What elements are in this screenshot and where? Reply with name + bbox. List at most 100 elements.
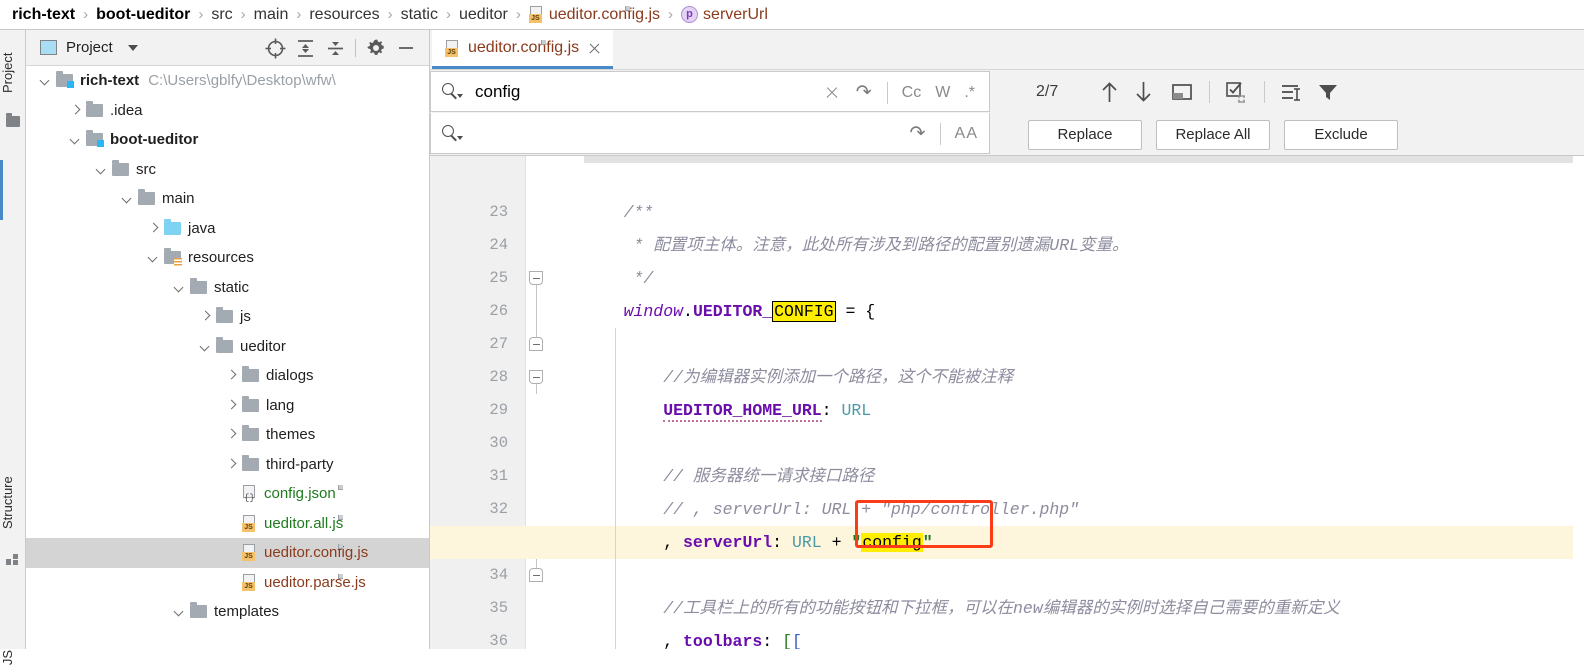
search-scope-icon[interactable] [1276,77,1308,107]
minimize-icon[interactable] [391,33,421,63]
chevron-right-icon[interactable] [226,429,237,440]
settings-gear-icon[interactable] [361,33,391,63]
tree-row-ueditor-config-js[interactable]: JS ueditor.config.js [26,538,429,568]
breadcrumb-item-ueditor[interactable]: ueditor [459,6,508,24]
search-icon[interactable] [442,124,463,142]
tree-row-main[interactable]: main [26,184,429,214]
multiline-icon[interactable]: ↷ [907,124,927,143]
code-line[interactable]: 35 [430,559,1584,617]
prev-match-icon[interactable] [1092,77,1126,107]
chevron-right-icon[interactable] [148,223,159,234]
breadcrumb-item-src[interactable]: src [211,6,232,24]
whole-words-icon[interactable]: W [928,84,957,102]
code-line-current[interactable]: 34 , serverUrl: URL + "config" [430,526,1584,584]
code-line[interactable]: 27 window.UEDITOR_ CONFIG = { [430,295,1584,394]
chevron-down-icon[interactable] [174,282,185,293]
tree-item-label: java [188,219,216,237]
tree-row-third-party[interactable]: third-party [26,450,429,480]
tree-row-ueditor[interactable]: ueditor [26,332,429,362]
chevron-down-icon[interactable] [122,193,133,204]
chevron-right-icon[interactable] [70,105,81,116]
expand-all-icon[interactable] [290,33,320,63]
search-icon[interactable] [442,83,463,100]
horizontal-scroll-track[interactable] [430,156,1584,163]
tree-row-ueditor-parse-js[interactable]: JS ueditor.parse.js [26,568,429,598]
breadcrumb: rich-text › boot-ueditor › src › main › … [0,0,1584,30]
code-line[interactable]: 25 * 配置项主体。注意，此处所有涉及到路径的配置别遗漏URL变量。 [430,229,1584,328]
tree-row-config-json[interactable]: {} config.json [26,479,429,509]
chevron-right-icon[interactable] [226,459,237,470]
code-line[interactable]: 28 [430,328,1584,386]
code-line[interactable]: 31 [430,427,1584,485]
tree-row-lang[interactable]: lang [26,391,429,421]
preserve-case-icon[interactable]: A A [948,125,982,143]
code-line[interactable]: 30 UEDITOR_HOME_URL: URL [430,394,1584,452]
tree-row-rich-text[interactable]: rich-text C:\Users\gblfy\Desktop\wfw\ [26,66,429,96]
chevron-right-icon[interactable] [226,370,237,381]
locate-target-icon[interactable] [260,33,290,63]
divider [1264,80,1266,103]
multiline-icon[interactable]: ↷ [854,83,874,102]
chevron-down-icon[interactable] [174,606,185,617]
chevron-right-icon[interactable] [200,311,211,322]
editor-tab-ueditor-config-js[interactable]: JS ueditor.config.js [432,30,614,69]
close-icon[interactable] [587,41,602,56]
tool-tab-project[interactable]: Project [0,36,26,110]
search-input[interactable]: config [475,82,520,102]
breadcrumb-item-rich-text[interactable]: rich-text [12,6,75,24]
tree-row-dialogs[interactable]: dialogs [26,361,429,391]
replace-all-button[interactable]: Replace All [1156,119,1270,150]
project-panel-title-button[interactable]: Project [40,39,138,56]
collapse-all-icon[interactable] [320,33,350,63]
tree-row-src[interactable]: src [26,155,429,185]
tree-row-templates[interactable]: templates [26,597,429,627]
chevron-down-icon[interactable] [40,75,51,86]
match-case-icon[interactable]: Cc [895,84,929,102]
chevron-down-icon[interactable] [148,252,159,263]
tool-tab-js[interactable]: JS [0,650,26,665]
search-field[interactable]: config ↷ Cc W .* [430,71,990,112]
tree-row-themes[interactable]: themes [26,420,429,450]
code-text: /** [584,203,654,222]
next-match-icon[interactable] [1126,77,1160,107]
breadcrumb-item-file[interactable]: JS ueditor.config.js [528,6,660,24]
replace-button[interactable]: Replace [1028,119,1142,150]
code-line[interactable]: 32 // 服务器统一请求接口路径 [430,460,1584,559]
code-line[interactable]: 23 [430,163,1584,221]
code-line[interactable]: 37 , toolbars: [[ [430,625,1584,649]
regex-icon[interactable]: .* [957,84,982,102]
breadcrumb-item-static[interactable]: static [401,6,438,24]
chevron-right-icon[interactable] [226,400,237,411]
tool-tab-structure[interactable]: Structure [0,460,26,546]
chevron-down-icon[interactable] [127,44,138,51]
chevron-down-icon[interactable] [200,341,211,352]
code-line[interactable]: 36 //工具栏上的所有的功能按钮和下拉框，可以在new编辑器的实例时选择自己需… [430,592,1584,649]
tree-row-static[interactable]: static [26,273,429,303]
chevron-down-icon[interactable] [70,134,81,145]
code-line[interactable]: 29 //为编辑器实例添加一个路径，这个不能被注释 [430,361,1584,419]
tree-row-resources[interactable]: resources [26,243,429,273]
clear-icon[interactable] [824,85,840,101]
tree-row-idea[interactable]: .idea [26,96,429,126]
tree-row-js[interactable]: js [26,302,429,332]
chevron-down-icon[interactable] [96,164,107,175]
project-tree[interactable]: rich-text C:\Users\gblfy\Desktop\wfw\ .i… [26,66,429,648]
tree-row-java[interactable]: java [26,214,429,244]
tree-row-boot-ueditor[interactable]: boot-ueditor [26,125,429,155]
select-all-occurrences-icon[interactable] [1221,77,1253,107]
exclude-button[interactable]: Exclude [1284,119,1398,150]
editor-scrollbar[interactable] [1573,156,1584,649]
code-editor[interactable]: 23 24 /** 25 * 配置项主体。注意，此处所有涉及到路径的配置别遗漏U… [430,156,1584,649]
code-line[interactable]: 26 */ [430,262,1584,351]
code-line[interactable]: 33 // , serverUrl: URL + "php/controller… [430,493,1584,582]
breadcrumb-item-main[interactable]: main [254,6,289,24]
breadcrumb-item-boot-ueditor[interactable]: boot-ueditor [96,6,190,24]
replace-field[interactable]: ↷ A A [430,113,990,154]
code-line[interactable]: 24 /** [430,196,1584,295]
filter-icon[interactable] [1312,77,1344,107]
tree-row-ueditor-all-js[interactable]: JS ueditor.all.js [26,509,429,539]
active-tool-marker [0,160,3,220]
breadcrumb-item-resources[interactable]: resources [309,6,379,24]
open-in-find-window-icon[interactable] [1166,77,1198,107]
breadcrumb-item-property[interactable]: p serverUrl [681,6,768,24]
